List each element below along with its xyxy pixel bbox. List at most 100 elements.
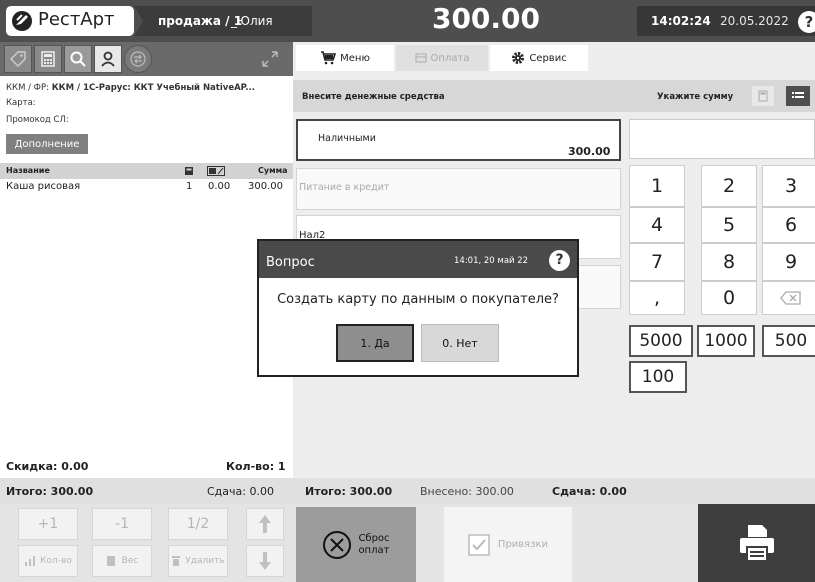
left-total: Итого: 300.00 [6, 485, 94, 498]
left-change: Сдача: 0.00 [207, 485, 274, 498]
kkm-info: ККМ / ФР: ККМ / 1С-Рарус: ККТ Учебный Na… [6, 83, 255, 93]
search-button[interactable] [64, 45, 92, 73]
qty-column-icon [184, 166, 194, 176]
bindings-button[interactable]: Привязки [444, 507, 572, 582]
weight-icon [106, 556, 115, 566]
key-6[interactable]: 6 [762, 207, 815, 243]
tab-menu[interactable]: Меню [296, 45, 394, 71]
reset-label-line-2: оплат [358, 544, 390, 556]
search-icon [70, 51, 86, 67]
clock-time: 14:02:24 [651, 14, 711, 28]
pos-screen: РестАрт продажа / 1 _Юлия 300.00 14:02:2… [0, 0, 815, 582]
arrow-up-icon [259, 515, 271, 533]
header-total: 300.00 [431, 2, 541, 35]
logo-text: РестАрт [38, 9, 115, 30]
item-count: Кол-во: 1 [226, 460, 286, 473]
item-sum: 300.00 [248, 181, 283, 192]
minus-one-button[interactable]: -1 [92, 508, 152, 540]
dialog-title: Вопрос [266, 255, 315, 270]
cash-exchange-button[interactable] [124, 45, 152, 73]
amount-input[interactable] [629, 119, 815, 159]
tab-menu-label: Меню [340, 52, 370, 64]
card-label: Карта: [6, 98, 36, 108]
promo-label: Промокод СЛ: [6, 115, 69, 125]
column-sum: Сумма [258, 166, 288, 175]
payment-total: Итого: 300.00 [305, 485, 393, 498]
exchange-icon [130, 51, 146, 67]
payment-change: Сдача: 0.00 [552, 485, 627, 498]
user-name: _Юлия [231, 14, 273, 28]
dialog-help-icon[interactable]: ? [549, 250, 570, 271]
list-view-button[interactable] [786, 86, 810, 106]
weight-button[interactable]: Вес [92, 545, 152, 577]
clock-date: 20.05.2022 [720, 14, 789, 28]
amount-prompt: Укажите сумму [657, 92, 734, 102]
tab-service[interactable]: Сервис [490, 45, 588, 71]
credit-label: Питание в кредит [299, 182, 390, 193]
delete-button[interactable]: Удалить [168, 545, 228, 577]
key-7[interactable]: 7 [629, 243, 685, 281]
addition-button[interactable]: Дополнение [6, 134, 88, 154]
quantity-label: Кол-во [40, 556, 72, 566]
calculator-icon [758, 90, 768, 102]
key-1[interactable]: 1 [629, 165, 685, 207]
key-0[interactable]: 0 [701, 281, 757, 315]
kkm-label: ККМ / ФР: [6, 83, 52, 93]
backspace-icon [780, 291, 801, 305]
half-button[interactable]: 1/2 [168, 508, 228, 540]
key-comma[interactable]: , [629, 281, 685, 315]
cash-label: Наличными [318, 133, 376, 144]
payment-prompt: Внесите денежные средства [302, 92, 445, 102]
key-2[interactable]: 2 [701, 165, 757, 207]
discount-column-icon [207, 166, 225, 176]
key-9[interactable]: 9 [762, 243, 815, 281]
dialog-yes-button[interactable]: 1. Да [336, 324, 414, 362]
quantity-button[interactable]: Кол-во [18, 545, 78, 577]
reset-label: Сброс оплат [358, 533, 389, 557]
logo-icon [12, 11, 32, 31]
quick-500[interactable]: 500 [762, 325, 815, 357]
key-5[interactable]: 5 [701, 207, 757, 243]
item-qty: 1 [186, 181, 193, 192]
item-discount: 0.00 [208, 181, 231, 192]
bars-icon [25, 556, 36, 566]
key-8[interactable]: 8 [701, 243, 757, 281]
reset-payments-button[interactable]: Сброс оплат [296, 507, 416, 582]
key-4[interactable]: 4 [629, 207, 685, 243]
dialog-time: 14:01, 20 май 22 [454, 256, 529, 266]
discount-tag-button[interactable] [4, 45, 32, 73]
quick-1000[interactable]: 1000 [697, 325, 755, 357]
plus-one-button[interactable]: +1 [18, 508, 78, 540]
list-icon [792, 92, 804, 98]
calculator-icon [41, 51, 55, 67]
quick-100[interactable]: 100 [629, 361, 687, 393]
move-down-button[interactable] [246, 545, 284, 577]
dialog-no-button[interactable]: 0. Нет [421, 324, 499, 362]
kkm-value: ККМ / 1С-Рарус: ККТ Учебный NativeAP... [51, 83, 256, 93]
column-name: Название [6, 166, 50, 175]
calculator-view-button[interactable] [752, 86, 774, 106]
tag-icon [9, 51, 26, 68]
weight-label: Вес [121, 556, 139, 566]
checkbox-icon [468, 533, 490, 556]
backspace-button[interactable] [762, 281, 815, 315]
key-3[interactable]: 3 [762, 165, 815, 207]
move-up-button[interactable] [246, 508, 284, 540]
discount-total: Скидка: 0.00 [6, 460, 89, 473]
dialog-question: Создать карту по данным о покупателе? [277, 292, 559, 307]
item-name: Каша рисовая [6, 181, 81, 192]
payment-icon [415, 53, 427, 63]
payment-paid: Внесено: 300.00 [420, 485, 514, 498]
arrow-down-icon [259, 552, 271, 570]
help-icon[interactable]: ? [798, 11, 815, 33]
logo: РестАрт [6, 6, 134, 36]
reset-label-line-1: Сброс [358, 532, 390, 544]
tab-payment[interactable]: Оплата [396, 45, 488, 71]
expand-icon[interactable] [259, 48, 281, 70]
quick-5000[interactable]: 5000 [629, 325, 693, 357]
print-button[interactable] [698, 504, 815, 582]
customer-button[interactable] [94, 45, 122, 73]
gear-icon [512, 52, 525, 64]
calculator-button[interactable] [34, 45, 62, 73]
tab-service-label: Сервис [529, 52, 567, 64]
